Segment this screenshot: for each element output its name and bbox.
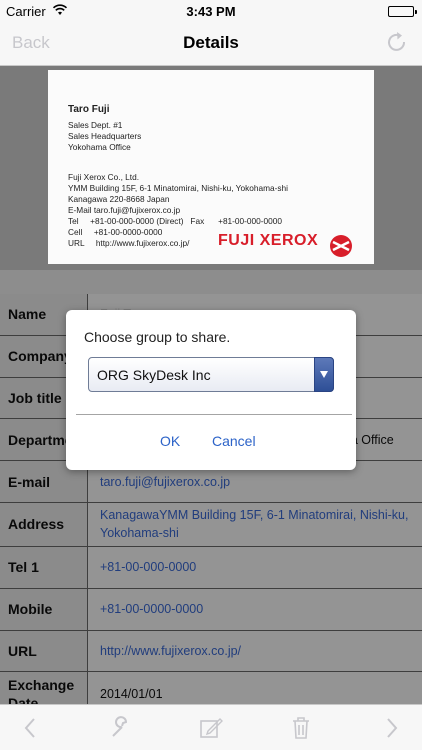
nav-bar: Back Details bbox=[0, 22, 422, 66]
fuji-xerox-logo: FUJI XEROX bbox=[218, 233, 358, 259]
card-dept-line: Sales Headquarters bbox=[68, 131, 142, 141]
battery-icon bbox=[388, 6, 417, 17]
dialog-divider bbox=[76, 414, 352, 415]
trash-icon[interactable] bbox=[288, 715, 314, 741]
business-card-image[interactable]: Taro Fuji Sales Dept. #1 Sales Headquart… bbox=[48, 70, 374, 264]
card-company-line: Kanagawa 220-8668 Japan bbox=[68, 194, 170, 204]
bottom-toolbar bbox=[0, 704, 422, 750]
cancel-button[interactable]: Cancel bbox=[212, 433, 256, 449]
wrench-icon[interactable] bbox=[108, 715, 134, 741]
card-dept-line: Yokohama Office bbox=[68, 142, 131, 152]
clock: 3:43 PM bbox=[186, 4, 236, 19]
card-department: Sales Dept. #1 Sales Headquarters Yokoha… bbox=[68, 120, 141, 153]
dialog-prompt: Choose group to share. bbox=[84, 329, 231, 345]
page-title: Details bbox=[183, 33, 239, 52]
card-company-line: Fuji Xerox Co., Ltd. bbox=[68, 172, 140, 182]
chevron-down-icon[interactable] bbox=[314, 357, 334, 392]
status-bar: Carrier 3:43 PM bbox=[0, 0, 422, 22]
card-company-line: E-Mail taro.fuji@fujixerox.co.jp bbox=[68, 205, 181, 215]
group-select[interactable]: ORG SkyDesk Inc bbox=[88, 357, 334, 392]
ok-button[interactable]: OK bbox=[160, 433, 180, 449]
screen: Carrier 3:43 PM Back Details Taro Fuji S… bbox=[0, 0, 422, 750]
business-card-area: Taro Fuji Sales Dept. #1 Sales Headquart… bbox=[0, 66, 422, 270]
card-company-line: Tel +81-00-000-0000 (Direct) Fax +81-00-… bbox=[68, 216, 282, 226]
xerox-ball-icon bbox=[330, 235, 352, 257]
share-group-dialog: Choose group to share. ORG SkyDesk Inc O… bbox=[66, 310, 356, 470]
card-divider bbox=[0, 270, 422, 294]
edit-icon[interactable] bbox=[198, 715, 224, 741]
card-name: Taro Fuji bbox=[68, 104, 110, 115]
refresh-icon[interactable] bbox=[384, 30, 410, 56]
card-dept-line: Sales Dept. #1 bbox=[68, 120, 123, 130]
logo-text: FUJI XEROX bbox=[218, 232, 319, 249]
chevron-right-icon[interactable] bbox=[378, 715, 404, 741]
chevron-left-icon[interactable] bbox=[18, 715, 44, 741]
card-company-line: YMM Building 15F, 6-1 Minatomirai, Nishi… bbox=[68, 183, 288, 193]
group-select-value: ORG SkyDesk Inc bbox=[97, 367, 211, 383]
